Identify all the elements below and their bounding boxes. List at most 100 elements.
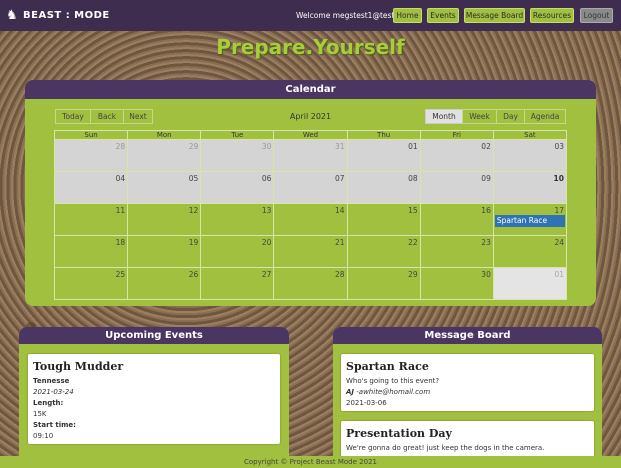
- day-cell[interactable]: 02: [420, 140, 494, 172]
- events-button[interactable]: Events: [427, 8, 459, 23]
- day-number[interactable]: 24: [554, 238, 564, 247]
- day-cell[interactable]: 31: [274, 140, 348, 172]
- day-number[interactable]: 08: [408, 174, 418, 183]
- day-number[interactable]: 30: [481, 270, 491, 279]
- day-number[interactable]: 13: [262, 206, 272, 215]
- day-number[interactable]: 27: [262, 270, 272, 279]
- day-cell[interactable]: 12: [128, 204, 202, 236]
- day-number[interactable]: 17: [554, 206, 564, 215]
- day-cell[interactable]: 30: [420, 268, 494, 300]
- day-cell[interactable]: 27: [201, 268, 275, 300]
- day-cell[interactable]: 15: [347, 204, 421, 236]
- day-cell[interactable]: 23: [420, 236, 494, 268]
- day-cell[interactable]: 03: [493, 140, 567, 172]
- logout-button[interactable]: Logout: [580, 8, 613, 23]
- day-number[interactable]: 16: [481, 206, 491, 215]
- day-cell[interactable]: 13: [201, 204, 275, 236]
- post-date: 2021-03-06: [346, 399, 387, 407]
- day-number[interactable]: 01: [408, 142, 418, 151]
- day-number[interactable]: 20: [262, 238, 272, 247]
- day-cell[interactable]: 09: [420, 172, 494, 204]
- day-cell[interactable]: 29: [128, 140, 202, 172]
- message-post[interactable]: Spartan Race Who's going to this event? …: [341, 354, 594, 411]
- day-number[interactable]: 29: [189, 142, 199, 151]
- message-board-button[interactable]: Message Board: [464, 8, 525, 23]
- day-number[interactable]: 28: [116, 142, 126, 151]
- day-number[interactable]: 10: [554, 174, 564, 183]
- day-cell[interactable]: 04: [55, 172, 129, 204]
- day-cell[interactable]: 29: [347, 268, 421, 300]
- upcoming-events-header: Upcoming Events: [19, 327, 289, 344]
- length-value: 15K: [33, 410, 47, 418]
- day-number[interactable]: 02: [481, 142, 491, 151]
- resources-button[interactable]: Resources: [530, 8, 574, 23]
- month-view-button[interactable]: Month: [425, 109, 463, 124]
- event-location: Tennesse: [33, 377, 70, 385]
- weekday-label: Mon: [128, 131, 202, 139]
- day-cell[interactable]: 20: [201, 236, 275, 268]
- day-number[interactable]: 03: [554, 142, 564, 151]
- day-number[interactable]: 15: [408, 206, 418, 215]
- day-number[interactable]: 09: [481, 174, 491, 183]
- weekday-label: Fri: [421, 131, 494, 139]
- start-time-value: 09:10: [33, 432, 54, 440]
- day-view-button[interactable]: Day: [496, 109, 525, 124]
- day-number[interactable]: 30: [262, 142, 272, 151]
- home-button[interactable]: Home: [393, 8, 422, 23]
- day-number[interactable]: 07: [335, 174, 345, 183]
- day-cell[interactable]: 30: [201, 140, 275, 172]
- day-number[interactable]: 26: [189, 270, 199, 279]
- day-cell[interactable]: 21: [274, 236, 348, 268]
- day-cell[interactable]: 14: [274, 204, 348, 236]
- day-cell[interactable]: 07: [274, 172, 348, 204]
- footer: Copyright © Project Beast Mode 2021: [0, 456, 621, 468]
- day-cell[interactable]: 22: [347, 236, 421, 268]
- day-cell[interactable]: 26: [128, 268, 202, 300]
- day-number[interactable]: 23: [481, 238, 491, 247]
- day-cell[interactable]: 05: [128, 172, 202, 204]
- week-view-button[interactable]: Week: [462, 109, 497, 124]
- page-title: Prepare.Yourself: [216, 35, 405, 59]
- day-number[interactable]: 05: [189, 174, 199, 183]
- day-number[interactable]: 31: [335, 142, 345, 151]
- day-number[interactable]: 11: [116, 206, 126, 215]
- day-cell[interactable]: 19: [128, 236, 202, 268]
- event-card[interactable]: Tough Mudder Tennesse 2021-03-24 Length:…: [28, 354, 280, 444]
- calendar-grid: Sun Mon Tue Wed Thu Fri Sat 28 29 30 31 …: [54, 130, 567, 300]
- day-number[interactable]: 19: [189, 238, 199, 247]
- day-number[interactable]: 01: [554, 270, 564, 279]
- day-number[interactable]: 21: [335, 238, 345, 247]
- day-number[interactable]: 14: [335, 206, 345, 215]
- event-title: Tough Mudder: [33, 360, 124, 373]
- message-board-panel: Message Board Spartan Race Who's going t…: [333, 327, 602, 468]
- day-number[interactable]: 28: [335, 270, 345, 279]
- day-cell[interactable]: 16: [420, 204, 494, 236]
- day-cell[interactable]: 01: [347, 140, 421, 172]
- day-cell[interactable]: 08: [347, 172, 421, 204]
- day-number[interactable]: 12: [189, 206, 199, 215]
- day-number[interactable]: 25: [116, 270, 126, 279]
- calendar-panel: Calendar Today Back Next April 2021 Mont…: [25, 80, 596, 306]
- day-cell[interactable]: 24: [493, 236, 567, 268]
- day-cell[interactable]: 01: [493, 268, 567, 300]
- day-number[interactable]: 18: [116, 238, 126, 247]
- post-title: Spartan Race: [346, 360, 429, 373]
- day-number[interactable]: 22: [408, 238, 418, 247]
- day-cell[interactable]: 28: [274, 268, 348, 300]
- day-number[interactable]: 06: [262, 174, 272, 183]
- brand[interactable]: ♞ BEAST : MODE: [6, 8, 110, 23]
- day-cell[interactable]: 17 Spartan Race: [493, 204, 567, 236]
- upcoming-events-panel: Upcoming Events Tough Mudder Tennesse 20…: [19, 327, 289, 468]
- day-number[interactable]: 29: [408, 270, 418, 279]
- day-cell[interactable]: 28: [55, 140, 129, 172]
- day-cell[interactable]: 11: [55, 204, 129, 236]
- day-number[interactable]: 04: [116, 174, 126, 183]
- day-cell[interactable]: 25: [55, 268, 129, 300]
- calendar-event[interactable]: Spartan Race: [494, 215, 565, 227]
- day-cell[interactable]: 06: [201, 172, 275, 204]
- day-cell[interactable]: 18: [55, 236, 129, 268]
- agenda-view-button[interactable]: Agenda: [524, 109, 566, 124]
- post-title: Presentation Day: [346, 427, 452, 440]
- week-row: 04 05 06 07 08 09 10: [54, 172, 567, 204]
- day-cell[interactable]: 10: [493, 172, 567, 204]
